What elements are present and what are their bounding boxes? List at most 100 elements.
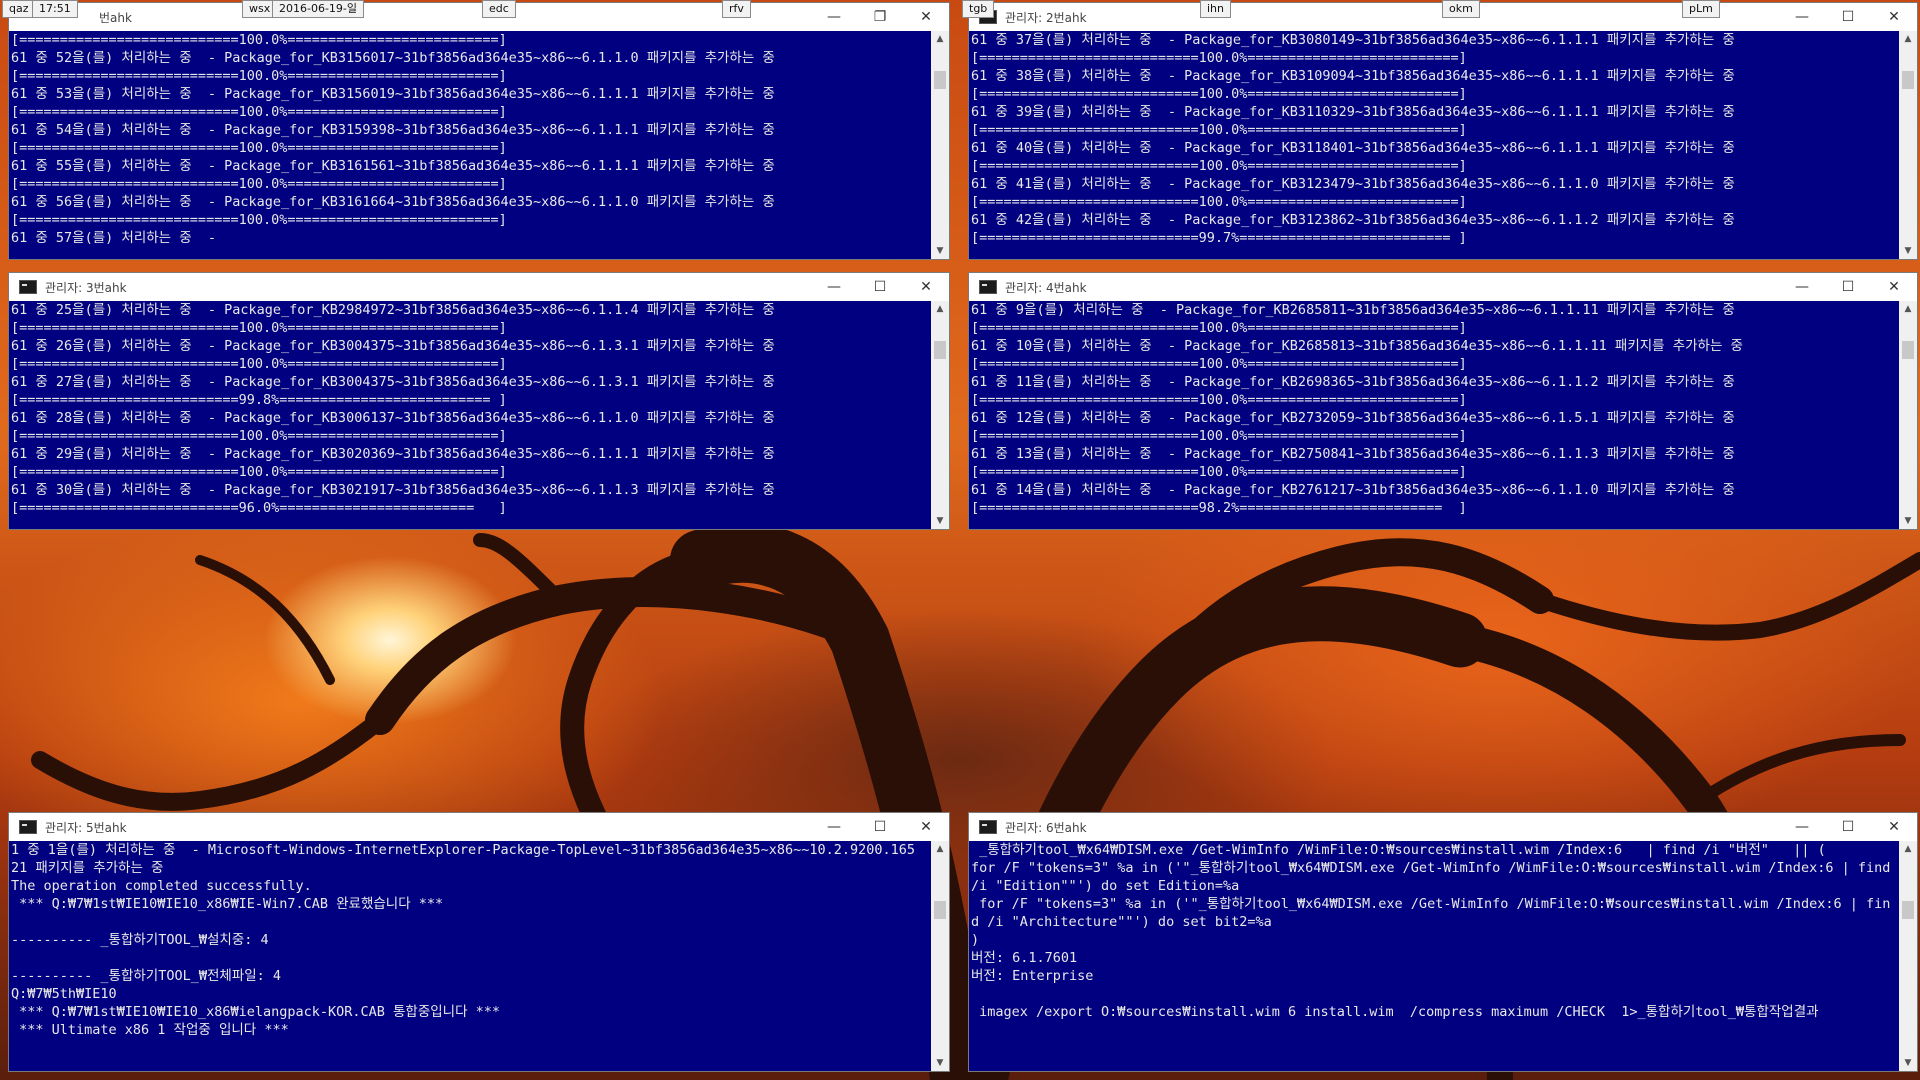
scrollbar[interactable]: ▲ ▼ — [1899, 301, 1917, 529]
minimize-button[interactable]: — — [811, 3, 857, 31]
console-line: 61 중 55을(를) 처리하는 중 - Package_for_KB31615… — [11, 158, 775, 174]
hotkey-label-okm[interactable]: okm — [1442, 0, 1480, 18]
scroll-down-icon[interactable]: ▼ — [931, 243, 949, 259]
scroll-down-icon[interactable]: ▼ — [1899, 1055, 1917, 1071]
hotkey-label-qaz[interactable]: qaz — [2, 0, 36, 18]
console-line: 61 중 38을(를) 처리하는 중 - Package_for_KB31090… — [971, 68, 1735, 84]
window-titlebar[interactable]: 번ahk — [9, 3, 949, 31]
window-titlebar[interactable]: 관리자: 4번ahk — [969, 273, 1917, 301]
console-line: 61 중 41을(를) 처리하는 중 - Package_for_KB31234… — [971, 176, 1735, 192]
scroll-up-icon[interactable]: ▲ — [931, 841, 949, 857]
console-output[interactable]: _통합하기tool_₩x64₩DISM.exe /Get-WimInfo /Wi… — [969, 841, 1899, 1071]
maximize-button[interactable]: ☐ — [1825, 3, 1871, 31]
scrollbar[interactable]: ▲ ▼ — [1899, 841, 1917, 1071]
scroll-up-icon[interactable]: ▲ — [931, 31, 949, 47]
scroll-up-icon[interactable]: ▲ — [1899, 301, 1917, 317]
maximize-button[interactable]: ☐ — [1825, 273, 1871, 301]
console-line: [===========================100.0%======… — [11, 464, 507, 480]
console-line: for /F "tokens=3" %a in ('"_통합하기tool_₩x6… — [971, 860, 1891, 876]
hotkey-label-edc[interactable]: edc — [482, 0, 516, 18]
console-line: [===========================99.7%=======… — [971, 230, 1467, 246]
console-window-6[interactable]: 관리자: 6번ahk — ☐ ✕ _통합하기tool_₩x64₩DISM.exe… — [968, 812, 1918, 1072]
console-line: 61 중 52을(를) 처리하는 중 - Package_for_KB31560… — [11, 50, 775, 66]
close-button[interactable]: ✕ — [903, 3, 949, 31]
window-titlebar[interactable]: 관리자: 6번ahk — [969, 813, 1917, 841]
maximize-button[interactable]: ☐ — [857, 813, 903, 841]
console-window-2[interactable]: 관리자: 2번ahk — ☐ ✕ 61 중 37을(를) 처리하는 중 - Pa… — [968, 2, 1918, 260]
console-line: [===========================99.8%=======… — [11, 392, 507, 408]
console-line: [===========================100.0%======… — [11, 212, 507, 228]
hotkey-label-tgb[interactable]: tgb — [962, 0, 995, 18]
minimize-button[interactable]: — — [1779, 273, 1825, 301]
scroll-up-icon[interactable]: ▲ — [931, 301, 949, 317]
scroll-down-icon[interactable]: ▼ — [931, 1055, 949, 1071]
close-button[interactable]: ✕ — [1871, 273, 1917, 301]
console-line: [===========================100.0%======… — [11, 104, 507, 120]
scrollbar[interactable]: ▲ ▼ — [931, 301, 949, 529]
console-line: [===========================96.0%=======… — [11, 500, 507, 516]
hotkey-label-ihn[interactable]: ihn — [1200, 0, 1231, 18]
console-line: [===========================98.2%=======… — [971, 500, 1467, 516]
console-line: 61 중 13을(를) 처리하는 중 - Package_for_KB27508… — [971, 446, 1735, 462]
scrollbar[interactable]: ▲ ▼ — [1899, 31, 1917, 259]
console-window-3[interactable]: 관리자: 3번ahk — ☐ ✕ 61 중 25을(를) 처리하는 중 - Pa… — [8, 272, 950, 530]
date-label: 2016-06-19-일 — [272, 0, 365, 18]
scroll-up-icon[interactable]: ▲ — [1899, 31, 1917, 47]
window-title: 관리자: 2번ahk — [1005, 10, 1087, 25]
console-output[interactable]: [===========================100.0%======… — [9, 31, 931, 259]
minimize-button[interactable]: — — [1779, 3, 1825, 31]
console-window-4[interactable]: 관리자: 4번ahk — ☐ ✕ 61 중 9을(를) 처리하는 중 - Pac… — [968, 272, 1918, 530]
cmd-icon — [979, 820, 997, 834]
maximize-button[interactable]: ☐ — [1825, 813, 1871, 841]
scrollbar[interactable]: ▲ ▼ — [931, 841, 949, 1071]
scrollbar-thumb[interactable] — [1902, 71, 1914, 89]
console-line: 61 중 27을(를) 처리하는 중 - Package_for_KB30043… — [11, 374, 775, 390]
scrollbar[interactable]: ▲ ▼ — [931, 31, 949, 259]
minimize-button[interactable]: — — [1779, 813, 1825, 841]
close-button[interactable]: ✕ — [903, 813, 949, 841]
scroll-down-icon[interactable]: ▼ — [1899, 243, 1917, 259]
console-line: 61 중 54을(를) 처리하는 중 - Package_for_KB31593… — [11, 122, 775, 138]
console-line: 61 중 9을(를) 처리하는 중 - Package_for_KB268581… — [971, 302, 1735, 318]
console-line: [===========================100.0%======… — [971, 194, 1467, 210]
console-line: 61 중 10을(를) 처리하는 중 - Package_for_KB26858… — [971, 338, 1743, 354]
window-titlebar[interactable]: 관리자: 5번ahk — [9, 813, 949, 841]
minimize-button[interactable]: — — [811, 273, 857, 301]
scroll-up-icon[interactable]: ▲ — [1899, 841, 1917, 857]
console-window-5[interactable]: 관리자: 5번ahk — ☐ ✕ 1 중 1을(를) 처리하는 중 - Micr… — [8, 812, 950, 1072]
minimize-button[interactable]: — — [811, 813, 857, 841]
console-line: 61 중 39을(를) 처리하는 중 - Package_for_KB31103… — [971, 104, 1735, 120]
console-line: [===========================100.0%======… — [971, 356, 1467, 372]
scrollbar-thumb[interactable] — [1902, 901, 1914, 919]
window-titlebar[interactable]: 관리자: 3번ahk — [9, 273, 949, 301]
console-line: [===========================100.0%======… — [971, 464, 1467, 480]
console-line: ---------- _통합하기TOOL_₩설치중: 4 — [11, 932, 269, 948]
console-output[interactable]: 1 중 1을(를) 처리하는 중 - Microsoft-Windows-Int… — [9, 841, 931, 1071]
restore-button[interactable]: ❐ — [857, 3, 903, 31]
close-button[interactable]: ✕ — [903, 273, 949, 301]
console-line: 61 중 14을(를) 처리하는 중 - Package_for_KB27612… — [971, 482, 1735, 498]
console-line: [===========================100.0%======… — [11, 356, 507, 372]
console-window-1[interactable]: 번ahk — ❐ ✕ [===========================1… — [8, 2, 950, 260]
close-button[interactable]: ✕ — [1871, 813, 1917, 841]
scrollbar-thumb[interactable] — [1902, 341, 1914, 359]
cmd-icon — [19, 280, 37, 294]
console-output[interactable]: 61 중 25을(를) 처리하는 중 - Package_for_KB29849… — [9, 301, 931, 529]
console-line: *** Q:₩7₩1st₩IE10₩IE10_x86₩ielangpack-KO… — [11, 1004, 501, 1020]
scroll-down-icon[interactable]: ▼ — [1899, 513, 1917, 529]
maximize-button[interactable]: ☐ — [857, 273, 903, 301]
console-output[interactable]: 61 중 9을(를) 처리하는 중 - Package_for_KB268581… — [969, 301, 1899, 529]
scrollbar-thumb[interactable] — [934, 901, 946, 919]
hotkey-label-rfv[interactable]: rfv — [722, 0, 751, 18]
console-output[interactable]: 61 중 37을(를) 처리하는 중 - Package_for_KB30801… — [969, 31, 1899, 259]
close-button[interactable]: ✕ — [1871, 3, 1917, 31]
window-title: 관리자: 4번ahk — [1005, 280, 1087, 295]
hotkey-label-plm[interactable]: pLm — [1682, 0, 1720, 18]
scroll-down-icon[interactable]: ▼ — [931, 513, 949, 529]
scrollbar-thumb[interactable] — [934, 341, 946, 359]
console-line: [===========================100.0%======… — [971, 86, 1467, 102]
scrollbar-thumb[interactable] — [934, 71, 946, 89]
console-line: [===========================100.0%======… — [971, 158, 1467, 174]
